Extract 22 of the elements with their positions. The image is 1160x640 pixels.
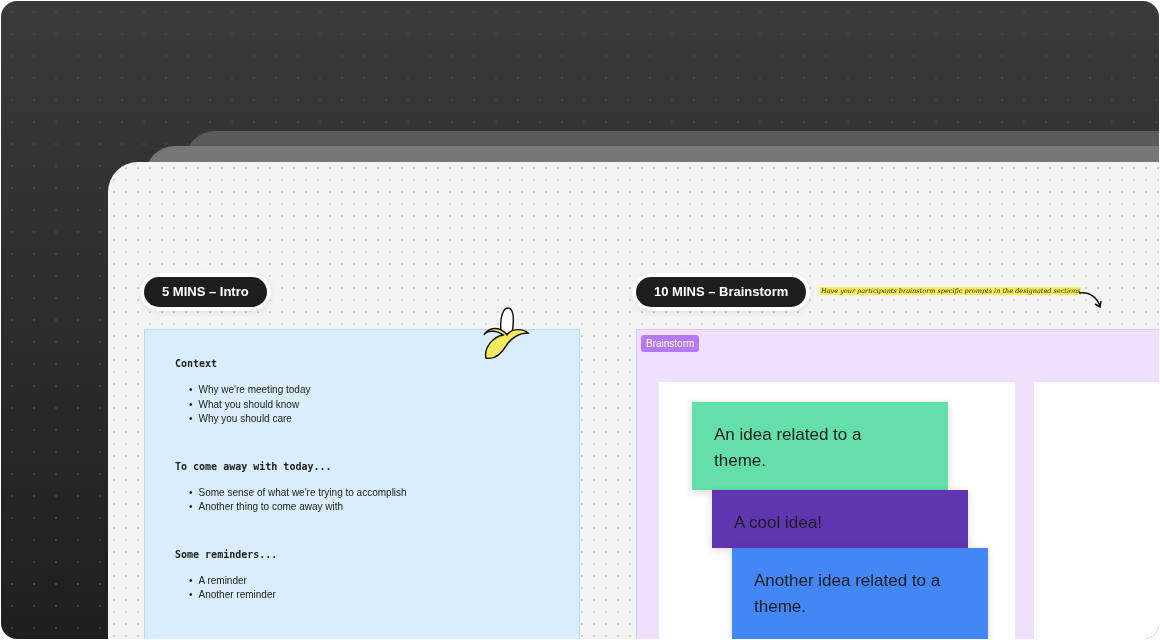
sticky-note[interactable]: An idea related to a theme. <box>692 402 948 490</box>
agenda-item: Why we're meeting today <box>198 383 311 397</box>
bullet-mark: • <box>189 412 193 426</box>
bullet-mark: • <box>189 588 193 602</box>
bullet-mark: • <box>189 573 193 588</box>
agenda-item: Some sense of what we're trying to accomplish <box>198 485 407 500</box>
agenda-heading: Context <box>175 358 219 369</box>
agenda-item: Another thing to come away with <box>198 500 344 514</box>
sticky-note[interactable]: Another idea related to a theme. <box>732 548 988 639</box>
agenda-heading: Some reminders... <box>175 548 279 560</box>
banana-sticker <box>482 304 530 362</box>
agenda-heading: To come away with today... <box>175 460 333 472</box>
bullet-mark: • <box>189 383 193 397</box>
agenda-item: A reminder <box>198 573 247 588</box>
agenda-item: Why you should care <box>198 412 292 426</box>
agenda-item: Another reminder <box>198 588 276 602</box>
bullet-mark: • <box>189 485 193 500</box>
bullet-mark: • <box>189 500 193 514</box>
curved-arrow-icon <box>1078 290 1104 310</box>
section-label: Brainstorm <box>641 335 700 352</box>
bullet-mark: • <box>189 397 193 412</box>
agenda-item: What you should know <box>198 397 300 412</box>
